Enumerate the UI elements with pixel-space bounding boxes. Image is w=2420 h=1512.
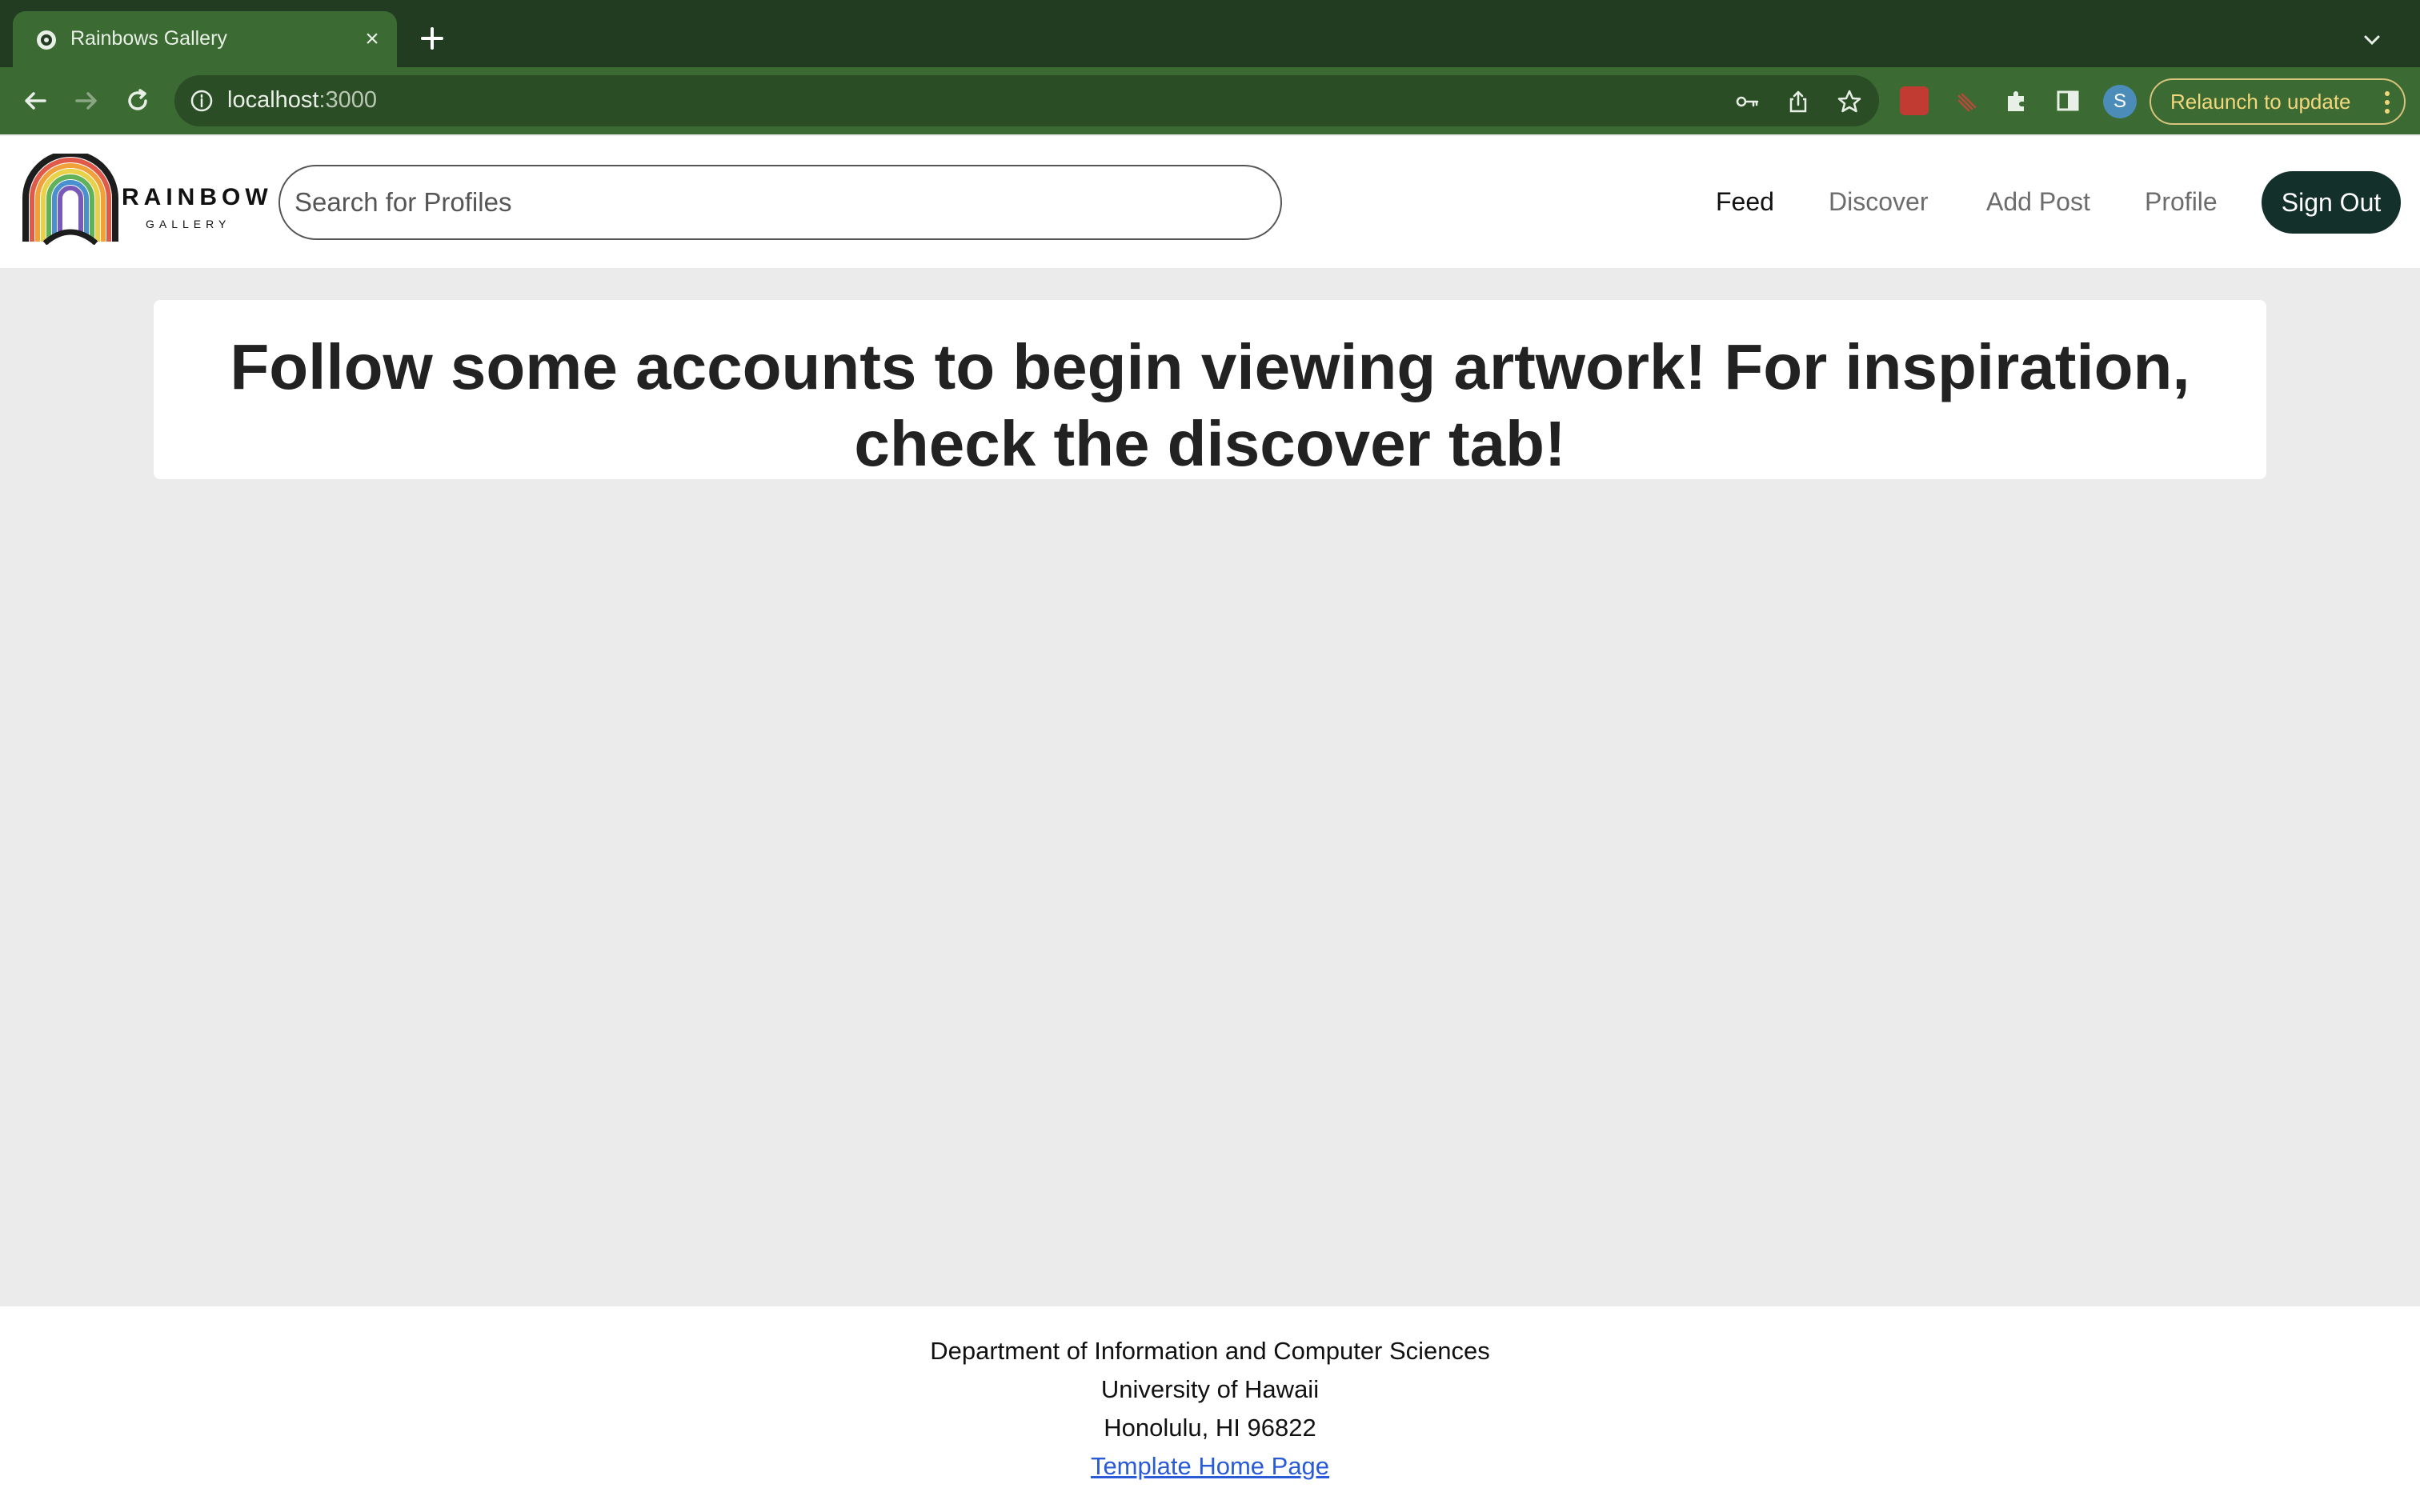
extensions-puzzle-icon[interactable] [2001,85,2033,117]
empty-feed-card: Follow some accounts to begin viewing ar… [154,300,2266,479]
more-vert-icon[interactable] [2383,90,2391,115]
tab-close-icon[interactable]: × [359,26,386,53]
empty-feed-message: Follow some accounts to begin viewing ar… [230,331,2190,479]
url-host: localhost [227,87,319,113]
browser-tab-bar: Rainbows Gallery × [0,0,2420,67]
footer-address: Honolulu, HI 96822 [1104,1414,1316,1442]
site-footer: Department of Information and Computer S… [0,1306,2420,1512]
new-tab-plus-icon[interactable] [416,22,448,54]
footer-university: University of Hawaii [1100,1375,1320,1403]
nav-link-discover[interactable]: Discover [1829,187,1928,217]
url-port: :3000 [319,87,378,113]
profile-search-input[interactable] [278,165,1282,240]
relaunch-to-update-button[interactable]: Relaunch to update [2150,78,2406,125]
back-arrow-icon[interactable] [18,83,53,118]
forward-arrow-icon[interactable] [69,83,104,118]
tab-list-chevron-down-icon[interactable] [2356,24,2388,56]
extension-striped-icon[interactable] [1951,85,1983,117]
nav-link-profile[interactable]: Profile [2145,187,2218,217]
template-home-page-link[interactable]: Template Home Page [1091,1452,1329,1480]
rainbow-arch-logo-icon [22,154,118,245]
site-navbar: RAINBOW GALLERY Feed Discover Add Post P… [0,136,2420,268]
reload-icon[interactable] [120,83,155,118]
rainbow-gallery-logo[interactable]: RAINBOW GALLERY [21,154,268,245]
url-text[interactable]: localhost:3000 [227,87,377,114]
address-bar[interactable]: localhost:3000 [174,75,1879,126]
logo-wordmark: RAINBOW [122,184,273,210]
side-panel-icon[interactable] [2052,85,2084,117]
browser-tab[interactable]: Rainbows Gallery × [13,11,397,67]
profile-avatar[interactable]: S [2103,85,2137,118]
password-key-icon[interactable] [1733,88,1761,115]
footer-link-row: Template Home Page [0,1452,2420,1481]
extension-red-icon[interactable] [1900,86,1929,115]
site-info-icon[interactable] [189,88,214,114]
footer-department: Department of Information and Computer S… [930,1337,1490,1365]
tab-title: Rainbows Gallery [70,27,227,50]
nav-link-add-post[interactable]: Add Post [1986,187,2090,217]
share-icon[interactable] [1785,88,1812,115]
bookmark-star-icon[interactable] [1836,88,1863,115]
rainbow-favicon-icon [37,30,56,50]
nav-link-feed[interactable]: Feed [1716,187,1774,217]
logo-subtitle: GALLERY [146,218,231,230]
sign-out-button[interactable]: Sign Out [2262,171,2401,234]
main-content: Follow some accounts to begin viewing ar… [0,268,2420,1306]
browser-toolbar: localhost:3000 S Relaunch to update [0,67,2420,203]
relaunch-label: Relaunch to update [2170,90,2351,114]
